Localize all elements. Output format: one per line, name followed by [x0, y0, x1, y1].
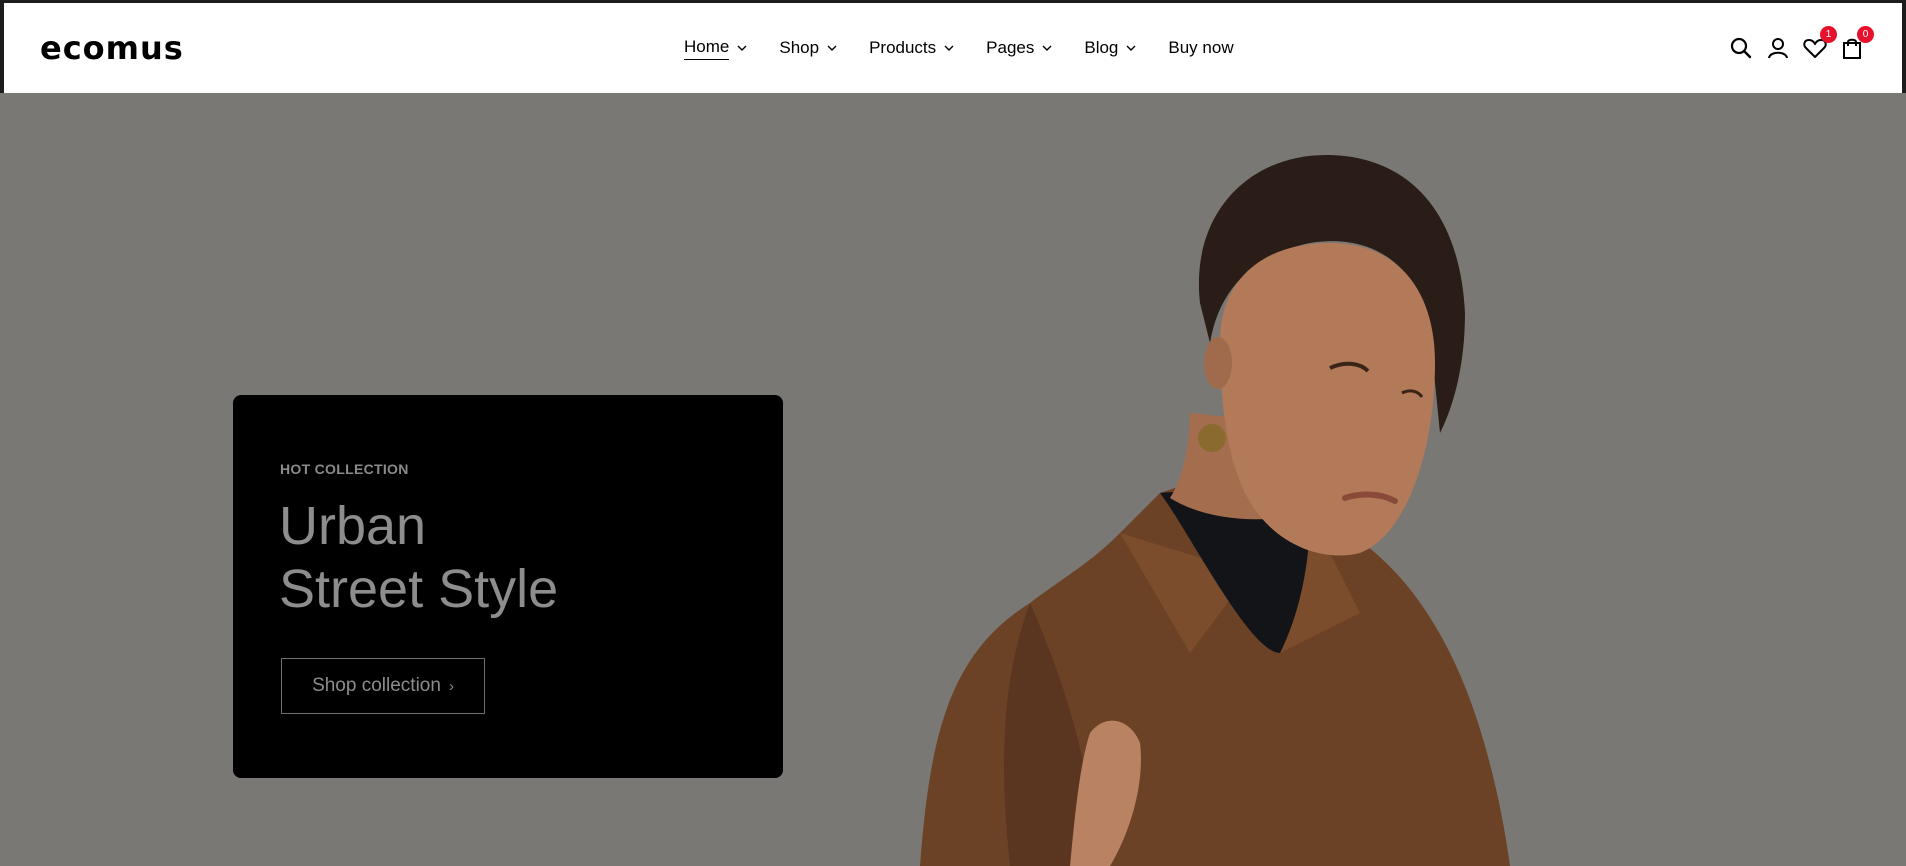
wishlist-button[interactable]: 1 [1801, 26, 1837, 62]
hero-model-image [920, 154, 1510, 866]
account-button[interactable] [1764, 34, 1792, 62]
header-icons: 1 0 [1718, 26, 1874, 65]
search-button[interactable] [1727, 34, 1755, 62]
shop-collection-label: Shop collection [312, 675, 441, 696]
collection-card: HOT COLLECTION Urban Street Style Shop c… [233, 395, 783, 778]
chevron-down-icon [737, 45, 747, 51]
nav-home-label: Home [684, 37, 730, 60]
nav-pages[interactable]: Pages [986, 33, 1052, 63]
main-nav: Home Shop Products Pages Blog Buy now [684, 3, 1266, 93]
nav-home[interactable]: Home [684, 33, 747, 63]
chevron-down-icon [1126, 45, 1136, 51]
site-header: ecomus Home Shop Products Pages Blog Buy… [4, 3, 1902, 93]
nav-shop[interactable]: Shop [779, 33, 837, 63]
nav-products-label: Products [869, 38, 937, 57]
nav-pages-label: Pages [986, 38, 1035, 57]
nav-products[interactable]: Products [869, 33, 954, 63]
headline-line-1: Urban [279, 496, 427, 556]
wishlist-count-badge: 1 [1820, 26, 1837, 43]
nav-blog-label: Blog [1084, 38, 1119, 57]
user-icon [1768, 38, 1788, 59]
collection-eyebrow: HOT COLLECTION [280, 461, 409, 477]
headline-line-2: Street Style [279, 559, 559, 619]
collection-headline: Urban Street Style [279, 495, 749, 621]
cart-button[interactable]: 0 [1838, 26, 1874, 62]
chevron-down-icon [827, 45, 837, 51]
nav-shop-label: Shop [779, 38, 820, 57]
chevron-down-icon [1042, 45, 1052, 51]
shop-collection-button[interactable]: Shop collection › [281, 658, 485, 714]
cart-count-badge: 0 [1857, 26, 1874, 43]
browser-frame: ecomus Home Shop Products Pages Blog Buy… [0, 0, 1906, 866]
nav-buy-now[interactable]: Buy now [1168, 33, 1233, 63]
site-logo[interactable]: ecomus [40, 31, 184, 65]
chevron-down-icon [944, 45, 954, 51]
nav-buy-now-label: Buy now [1168, 38, 1234, 57]
chevron-right-icon: › [448, 677, 454, 695]
nav-blog[interactable]: Blog [1084, 33, 1136, 63]
hero-banner: HOT COLLECTION Urban Street Style Shop c… [0, 93, 1906, 866]
search-icon [1730, 37, 1752, 59]
